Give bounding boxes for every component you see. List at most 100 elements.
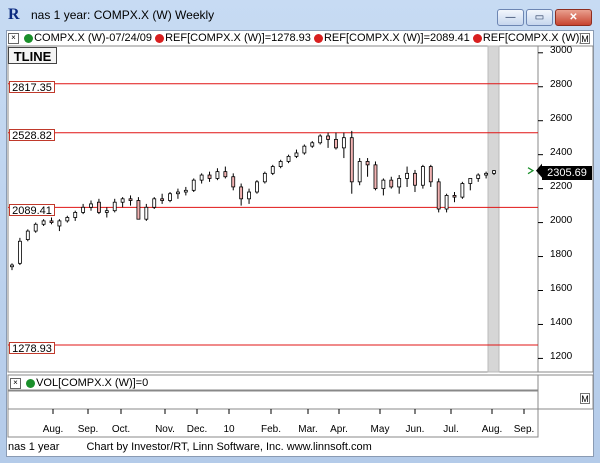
legend-dot-icon xyxy=(24,33,34,43)
price-pane xyxy=(7,45,539,373)
candle-body xyxy=(10,264,14,268)
candle-body xyxy=(326,135,330,140)
x-tick-label: Jul. xyxy=(443,424,459,435)
candle-body xyxy=(49,220,54,223)
ref-label-2817[interactable]: 2817.35 xyxy=(9,81,55,94)
y-tick-label: 1400 xyxy=(550,317,573,328)
x-tick-label: Dec. xyxy=(186,424,208,435)
candle-body xyxy=(255,181,259,193)
candle-body xyxy=(136,200,141,220)
candle-body xyxy=(231,176,236,188)
candle xyxy=(270,164,275,176)
x-tick-label: Jun. xyxy=(405,424,425,435)
x-tick-label: 10 xyxy=(223,424,235,435)
y-tick-label: 2200 xyxy=(550,181,573,192)
candle-body xyxy=(168,193,172,201)
candle-body xyxy=(294,152,299,157)
legend-item[interactable]: REF[COMPX.X (W)] xyxy=(472,32,583,44)
legend-dot-icon xyxy=(313,33,323,43)
candle xyxy=(420,164,425,189)
legend-item[interactable]: REF[COMPX.X (W)]=1278.93 xyxy=(155,32,311,44)
candle-body xyxy=(239,186,244,200)
x-tick-label: Apr. xyxy=(330,424,348,435)
credits-text: Chart by Investor/RT, Linn Software, Inc… xyxy=(86,441,372,453)
candle xyxy=(152,197,157,209)
candle-body xyxy=(176,191,180,195)
candle-body xyxy=(365,161,370,166)
candle-body xyxy=(318,135,323,144)
candle-body xyxy=(81,206,86,213)
ref-label-2089[interactable]: 2089.41 xyxy=(9,204,55,217)
candle xyxy=(302,144,307,155)
candle xyxy=(436,178,441,213)
legend-dot-icon xyxy=(155,33,165,43)
y-tick-label: 1200 xyxy=(550,351,573,362)
volume-legend-label[interactable]: VOL[COMPX.X (W)]=0 xyxy=(36,377,148,389)
legend-dot-icon xyxy=(26,378,36,388)
price-legend: × COMPX.X (W)-07/24/09 REF[COMPX.X (W)]=… xyxy=(8,32,592,45)
candle-body xyxy=(199,174,204,181)
y-tick-label: 3000 xyxy=(550,45,573,56)
candle-body xyxy=(33,223,38,232)
candle-body xyxy=(128,198,133,201)
candle-body xyxy=(41,220,46,225)
legend-item-label: REF[COMPX.X (W)] xyxy=(482,32,583,44)
candle-body xyxy=(428,166,433,183)
candle xyxy=(262,171,267,184)
candle-body xyxy=(389,179,394,188)
legend-item-label: REF[COMPX.X (W)]=2089.41 xyxy=(323,32,470,44)
candle xyxy=(191,178,196,193)
volume-subpane xyxy=(7,390,539,410)
scale-mode-button[interactable]: M xyxy=(580,33,590,44)
candle-body xyxy=(492,170,496,174)
y-tick-label: 2800 xyxy=(550,79,573,90)
candle-body xyxy=(247,191,251,200)
x-tick-label: May xyxy=(370,424,390,435)
candle-body xyxy=(262,172,267,183)
candle-body xyxy=(476,174,481,179)
candle-body xyxy=(89,203,93,208)
candle-body xyxy=(65,217,70,222)
x-tick-label: Nov. xyxy=(155,424,175,435)
candle-body xyxy=(373,164,378,190)
legend-item-label: COMPX.X (W)-07/24/09 xyxy=(34,32,153,44)
ref-label-1278[interactable]: 1278.93 xyxy=(9,342,55,355)
candle-body xyxy=(160,198,165,201)
candle-body xyxy=(444,195,449,210)
candle-body xyxy=(349,137,354,183)
candle xyxy=(373,161,378,191)
tline-button[interactable]: TLINE xyxy=(8,47,57,64)
candle-body xyxy=(468,178,473,184)
candle xyxy=(460,181,465,199)
close-pane-icon[interactable]: × xyxy=(10,377,21,389)
x-tick-label: Mar. xyxy=(298,424,318,435)
candle-body xyxy=(413,172,417,186)
x-tick-label: Aug. xyxy=(481,424,503,435)
candle xyxy=(168,192,172,203)
candle-body xyxy=(420,166,425,186)
candle-body xyxy=(310,142,315,147)
candle-body xyxy=(18,240,22,264)
legend-item[interactable]: COMPX.X (W)-07/24/09 xyxy=(24,32,152,44)
candle-body xyxy=(97,201,101,213)
close-pane-icon[interactable]: × xyxy=(8,32,19,44)
candle xyxy=(33,222,38,233)
candle xyxy=(136,197,141,220)
candle-body xyxy=(57,220,62,227)
y-tick-label: 2000 xyxy=(550,215,573,226)
candle-body xyxy=(460,183,465,198)
x-tick-label: Sep. xyxy=(513,424,535,435)
price-chart[interactable] xyxy=(0,0,600,463)
candle xyxy=(18,237,22,266)
y-tick-label: 1800 xyxy=(550,249,573,260)
candle-body xyxy=(397,178,402,188)
candle-body xyxy=(215,171,220,179)
scale-mode-button[interactable]: M xyxy=(580,393,590,404)
candle xyxy=(357,158,362,186)
y-tick-label: 1600 xyxy=(550,283,573,294)
candle-body xyxy=(112,201,117,212)
candle xyxy=(318,134,323,145)
ref-label-2528[interactable]: 2528.82 xyxy=(9,129,55,142)
legend-item[interactable]: REF[COMPX.X (W)]=2089.41 xyxy=(313,32,470,44)
x-tick-label: Feb. xyxy=(260,424,282,435)
